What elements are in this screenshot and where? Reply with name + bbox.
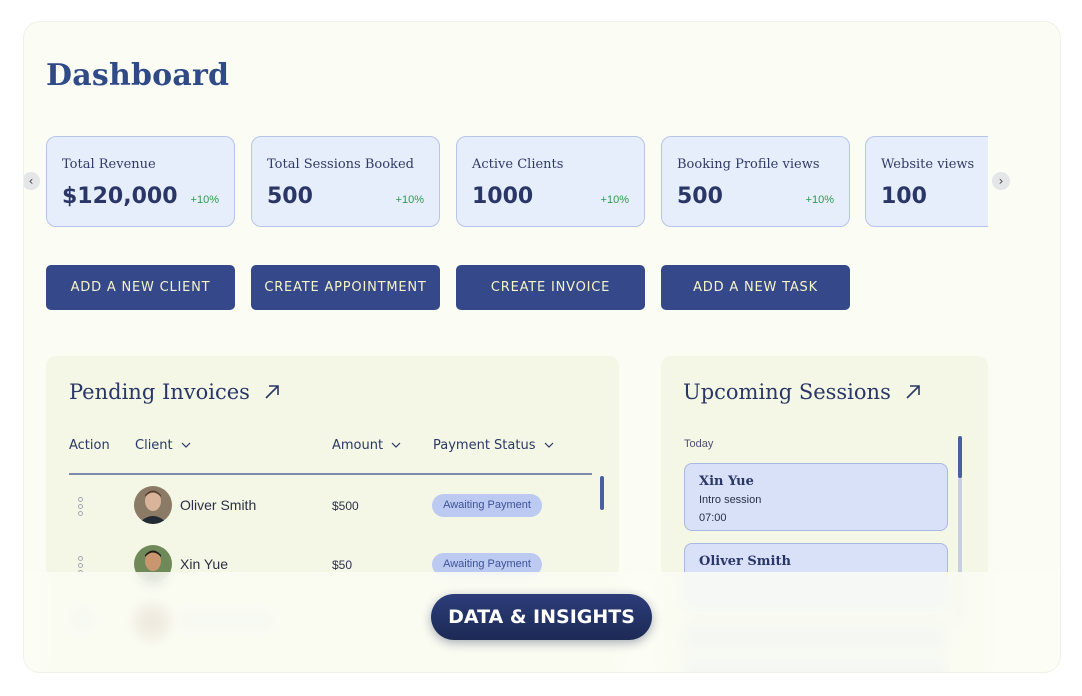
column-header-label: Action bbox=[69, 438, 110, 453]
stat-value: 500 bbox=[267, 184, 313, 209]
stat-card-total-sessions[interactable]: Total Sessions Booked 500 +10% bbox=[251, 136, 440, 227]
column-header-amount[interactable]: Amount bbox=[332, 438, 401, 453]
create-appointment-button[interactable]: CREATE APPOINTMENT bbox=[251, 265, 440, 310]
session-time: 07:00 bbox=[699, 512, 727, 524]
add-new-task-button[interactable]: ADD A NEW TASK bbox=[661, 265, 850, 310]
more-options-icon[interactable] bbox=[76, 497, 84, 517]
dashboard-frame: Dashboard ‹ › Total Revenue $120,000 +10… bbox=[24, 22, 1060, 672]
stat-card-website-views[interactable]: Website views 100 bbox=[865, 136, 988, 227]
stat-change: +10% bbox=[805, 194, 834, 206]
chevron-right-icon[interactable]: › bbox=[992, 172, 1010, 190]
external-link-icon bbox=[265, 385, 279, 399]
page-title: Dashboard bbox=[46, 58, 230, 93]
upcoming-sessions-title[interactable]: Upcoming Sessions bbox=[683, 380, 922, 404]
invoice-amount: $50 bbox=[332, 558, 353, 572]
stat-value: $120,000 bbox=[62, 184, 178, 209]
stat-label: Website views bbox=[881, 157, 975, 172]
session-type: Intro session bbox=[699, 494, 762, 506]
stat-label: Active Clients bbox=[472, 157, 564, 172]
column-header-payment-status[interactable]: Payment Status bbox=[433, 438, 554, 453]
stat-change: +10% bbox=[395, 194, 424, 206]
chevron-down-icon bbox=[391, 442, 401, 448]
session-client-name: Oliver Smith bbox=[699, 554, 791, 569]
status-badge: Awaiting Payment bbox=[432, 494, 542, 517]
stat-card-active-clients[interactable]: Active Clients 1000 +10% bbox=[456, 136, 645, 227]
data-insights-badge: DATA & INSIGHTS bbox=[431, 594, 652, 640]
chevron-left-icon[interactable]: ‹ bbox=[24, 172, 40, 190]
session-card[interactable]: Xin Yue Intro session 07:00 bbox=[684, 463, 948, 531]
stat-change: +10% bbox=[600, 194, 629, 206]
pending-invoices-title[interactable]: Pending Invoices bbox=[69, 380, 281, 404]
session-group-label: Today bbox=[684, 438, 714, 450]
stat-change: +10% bbox=[190, 194, 219, 206]
invoice-amount: $500 bbox=[332, 499, 359, 513]
stat-value: 1000 bbox=[472, 184, 534, 209]
stats-carousel: Total Revenue $120,000 +10% Total Sessio… bbox=[46, 136, 988, 228]
column-header-action: Action bbox=[69, 438, 110, 453]
column-header-label: Amount bbox=[332, 438, 384, 453]
column-header-label: Payment Status bbox=[433, 438, 536, 453]
chevron-down-icon bbox=[544, 442, 554, 448]
client-name[interactable]: Xin Yue bbox=[180, 556, 228, 572]
stat-value: 500 bbox=[677, 184, 723, 209]
client-name[interactable]: Oliver Smith bbox=[180, 497, 256, 513]
column-header-label: Client bbox=[135, 438, 173, 453]
table-header-divider bbox=[69, 473, 592, 475]
add-new-client-button[interactable]: ADD A NEW CLIENT bbox=[46, 265, 235, 310]
table-row: Oliver Smith $500 Awaiting Payment bbox=[46, 477, 606, 535]
pending-invoices-label: Pending Invoices bbox=[69, 380, 250, 404]
column-header-client[interactable]: Client bbox=[135, 438, 191, 453]
external-link-icon bbox=[905, 385, 920, 399]
stat-value: 100 bbox=[881, 184, 927, 209]
chevron-down-icon bbox=[181, 442, 191, 448]
stat-card-total-revenue[interactable]: Total Revenue $120,000 +10% bbox=[46, 136, 235, 227]
stat-card-booking-profile-views[interactable]: Booking Profile views 500 +10% bbox=[661, 136, 850, 227]
stat-label: Booking Profile views bbox=[677, 157, 820, 172]
stat-label: Total Sessions Booked bbox=[267, 157, 414, 172]
sessions-scrollbar[interactable] bbox=[958, 436, 962, 478]
stat-label: Total Revenue bbox=[62, 157, 156, 172]
avatar bbox=[134, 486, 172, 524]
create-invoice-button[interactable]: CREATE INVOICE bbox=[456, 265, 645, 310]
upcoming-sessions-label: Upcoming Sessions bbox=[683, 380, 891, 404]
session-client-name: Xin Yue bbox=[699, 474, 754, 489]
